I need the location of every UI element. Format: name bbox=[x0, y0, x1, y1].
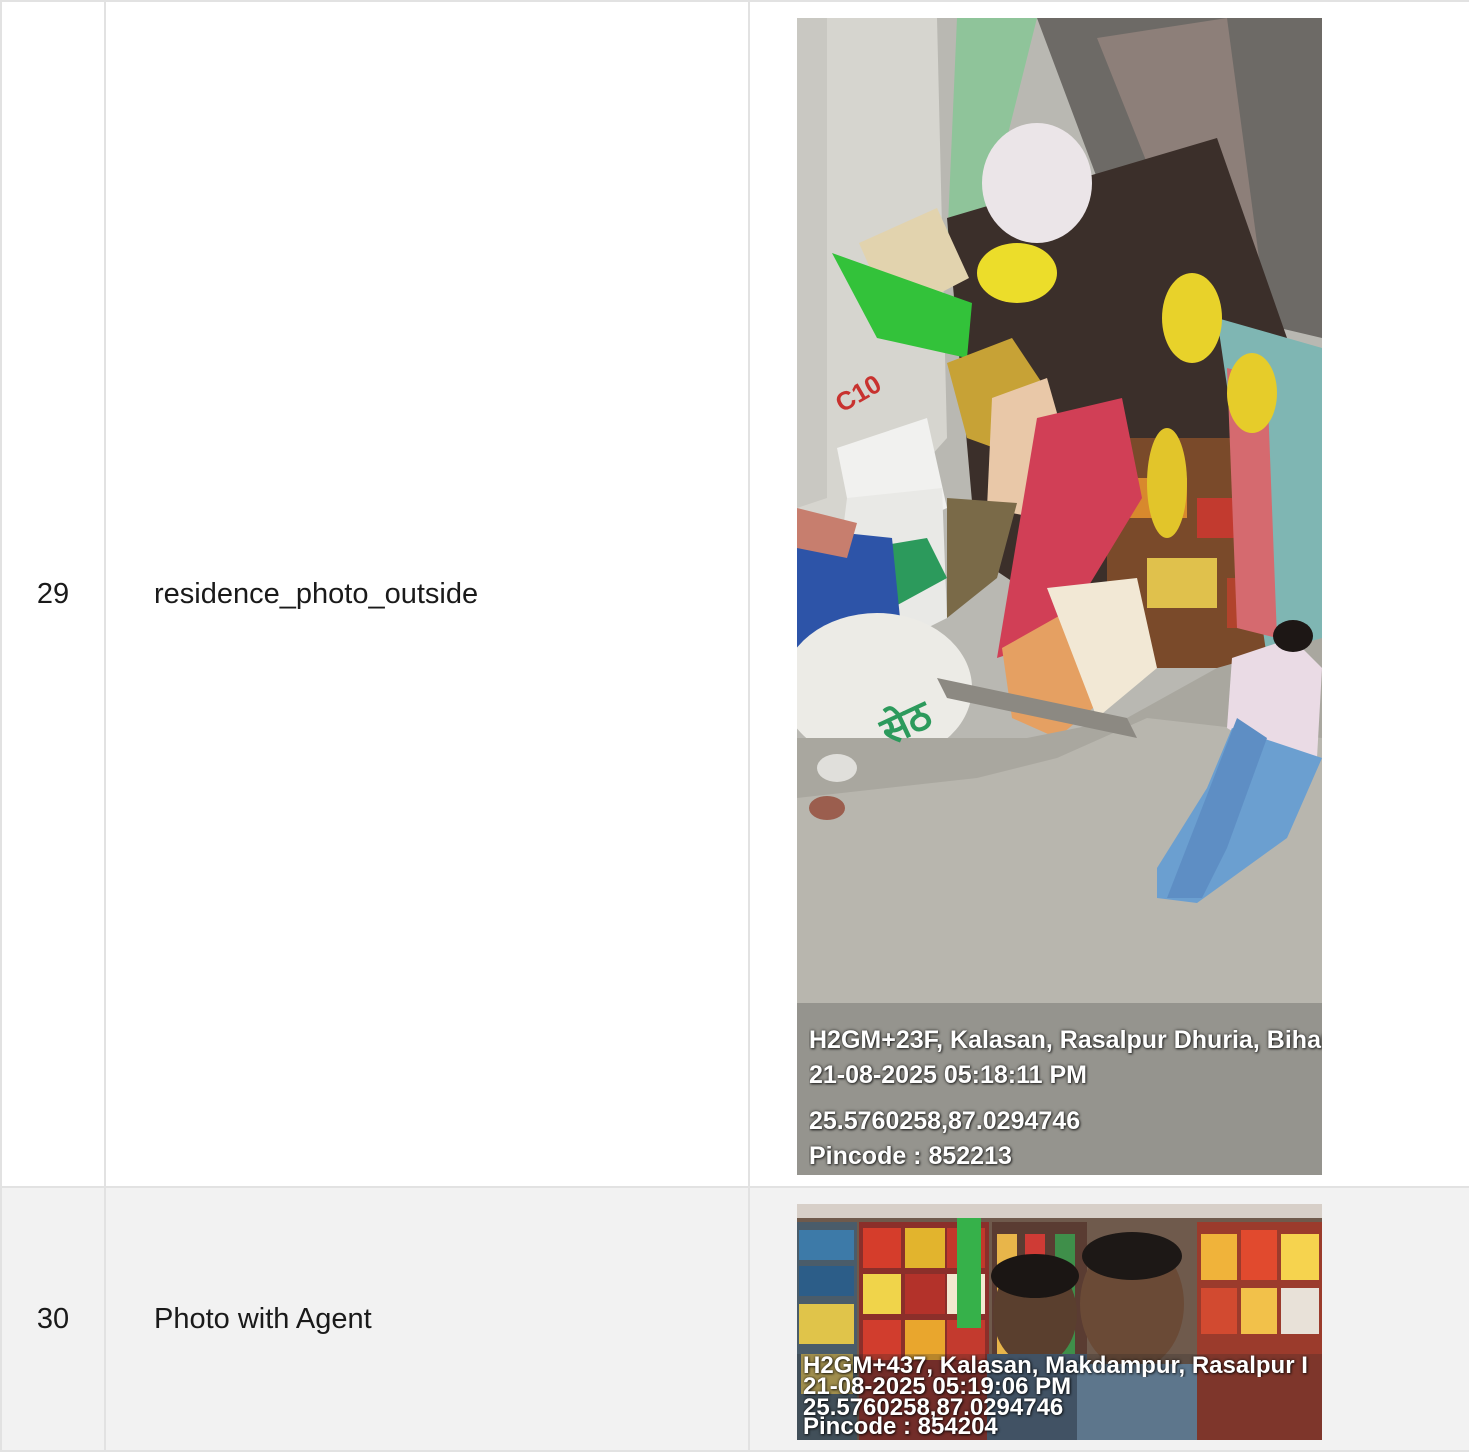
photo-pincode: Pincode : 852213 bbox=[809, 1142, 1012, 1170]
photo-cell: H2GM+437, Kalasan, Makdampur, Rasalpur I… bbox=[748, 1186, 1469, 1452]
field-label: Photo with Agent bbox=[104, 1186, 750, 1452]
table-row: 29 residence_photo_outside C10 सेठ H2GM+… bbox=[0, 0, 1469, 1188]
table-row: 30 Photo with Agent H2GM+437, Kalasan, M… bbox=[0, 1186, 1469, 1452]
agent-photo[interactable]: H2GM+437, Kalasan, Makdampur, Rasalpur I… bbox=[797, 1204, 1322, 1440]
shop-front-scene: C10 सेठ bbox=[797, 18, 1322, 1175]
row-number: 29 bbox=[0, 0, 106, 1188]
photo-address: H2GM+437, Kalasan, Makdampur, Rasalpur I bbox=[803, 1355, 1308, 1377]
records-table: 29 residence_photo_outside C10 सेठ H2GM+… bbox=[0, 0, 1469, 1452]
photo-datetime: 21-08-2025 05:18:11 PM bbox=[809, 1061, 1087, 1089]
photo-address: H2GM+23F, Kalasan, Rasalpur Dhuria, Biha… bbox=[809, 1026, 1322, 1054]
row-number: 30 bbox=[0, 1186, 106, 1452]
photo-coordinates: 25.5760258,87.0294746 bbox=[809, 1107, 1081, 1135]
field-label: residence_photo_outside bbox=[104, 0, 750, 1188]
residence-photo[interactable]: C10 सेठ H2GM+23F, Kalasan, Rasalpur Dhur… bbox=[797, 18, 1322, 1175]
photo-pincode: Pincode : 854204 bbox=[803, 1416, 998, 1438]
photo-cell: C10 सेठ H2GM+23F, Kalasan, Rasalpur Dhur… bbox=[748, 0, 1469, 1188]
photo-datetime: 21-08-2025 05:19:06 PM bbox=[803, 1376, 1072, 1398]
